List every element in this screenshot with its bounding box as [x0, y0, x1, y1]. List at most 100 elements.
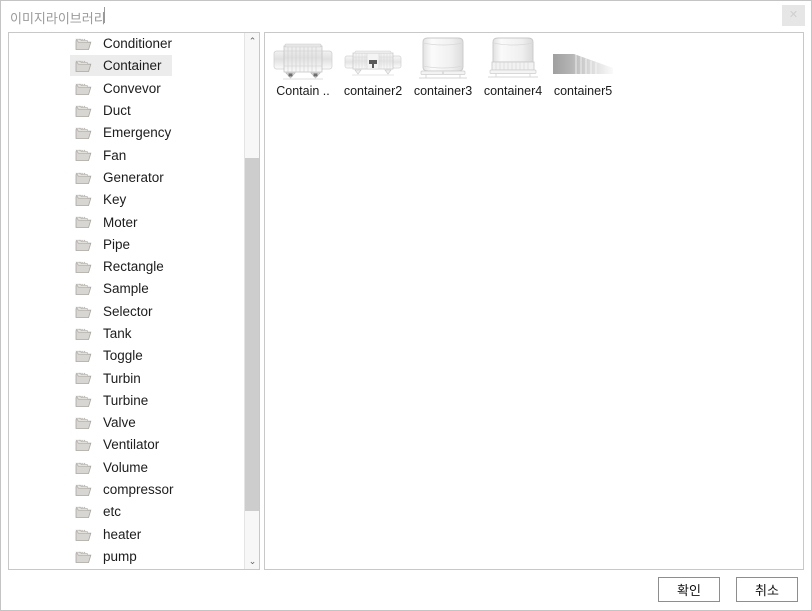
tree-item-label: Ventilator	[103, 437, 160, 453]
tree-item-key[interactable]: Key	[9, 189, 245, 211]
tree-item-label: Rectangle	[103, 259, 164, 275]
folder-icon	[75, 239, 92, 252]
tree-item-label: Turbine	[103, 392, 149, 408]
thumbnail-label: container5	[553, 84, 613, 98]
tree-item-label: heater	[103, 526, 142, 542]
thumbnail-item[interactable]: container2	[338, 36, 408, 104]
window-title: 이미지라이브러리	[10, 11, 106, 26]
tree-item-label: Pipe	[103, 236, 131, 252]
tree-item-sample[interactable]: Sample	[9, 278, 245, 300]
thumbnail-label: container2	[343, 84, 403, 98]
tree-item-container[interactable]: Container	[9, 55, 245, 77]
cancel-button[interactable]: 취소	[736, 577, 798, 602]
confirm-button[interactable]: 확인	[658, 577, 720, 602]
folder-icon	[75, 127, 92, 140]
tree-item-volume[interactable]: Volume	[9, 457, 245, 479]
folder-icon	[75, 551, 92, 564]
scrollbar-thumb[interactable]	[245, 158, 259, 511]
close-icon[interactable]: ✕	[782, 5, 805, 26]
tree-item-pump[interactable]: pump	[9, 546, 245, 568]
container1-image	[271, 36, 335, 82]
folder-icon	[75, 60, 92, 73]
folder-icon	[75, 506, 92, 519]
container4-image	[481, 36, 545, 82]
container2-image	[341, 36, 405, 82]
tree-item-selector[interactable]: Selector	[9, 301, 245, 323]
tree-item-moter[interactable]: Moter	[9, 211, 245, 233]
container3-image	[411, 36, 475, 82]
tree-item-toggle[interactable]: Toggle	[9, 345, 245, 367]
folder-icon	[75, 529, 92, 542]
tree-item-label: Fan	[103, 147, 127, 163]
thumbnail-item[interactable]: Contain ..	[268, 36, 338, 104]
tree-item-pipe[interactable]: Pipe	[9, 234, 245, 256]
folder-icon	[75, 216, 92, 229]
tree-item-label: Valve	[103, 415, 136, 431]
folder-icon	[75, 439, 92, 452]
tree-item-label: Container	[103, 58, 162, 74]
tree-item-rectangle[interactable]: Rectangle	[9, 256, 245, 278]
tree-item-fan[interactable]: Fan	[9, 144, 245, 166]
category-tree-list[interactable]: Conditioner Container Convevor Duct Emergenc…	[9, 33, 245, 569]
folder-icon	[75, 105, 92, 118]
tree-scrollbar[interactable]: ⌃ ⌄	[244, 33, 259, 569]
folder-icon	[75, 328, 92, 341]
tree-item-label: Sample	[103, 281, 149, 297]
tree-item-tank[interactable]: Tank	[9, 323, 245, 345]
tree-item-label: Tank	[103, 326, 132, 341]
tree-item-label: Key	[103, 192, 127, 208]
folder-icon	[75, 261, 92, 274]
tree-item-conditioner[interactable]: Conditioner	[9, 33, 245, 55]
thumbnail-label: container4	[483, 84, 543, 98]
tree-item-label: Convevor	[103, 80, 161, 96]
title-caret	[104, 7, 105, 23]
folder-icon	[75, 194, 92, 207]
dialog-footer: 확인 취소	[1, 575, 811, 610]
image-library-dialog: 이미지라이브러리 ✕ Conditioner Container Convevor D…	[0, 0, 812, 611]
tree-item-valve[interactable]: Valve	[9, 412, 245, 434]
tree-item-label: compressor	[103, 482, 174, 498]
tree-item-etc[interactable]: etc	[9, 501, 245, 523]
category-tree-panel: Conditioner Container Convevor Duct Emergenc…	[8, 32, 260, 570]
tree-item-emergency[interactable]: Emergency	[9, 122, 245, 144]
thumbnail-item[interactable]: container4	[478, 36, 548, 104]
tree-item-label: Generator	[103, 169, 164, 185]
tree-item-turbin[interactable]: Turbin	[9, 367, 245, 389]
image-thumbnail-panel: Contain .. container2 container3 container4…	[264, 32, 804, 570]
folder-icon	[75, 38, 92, 51]
tree-item-turbine[interactable]: Turbine	[9, 390, 245, 412]
tree-item-label: Selector	[103, 303, 153, 319]
tree-item-duct[interactable]: Duct	[9, 100, 245, 122]
tree-item-label: Conditioner	[103, 36, 173, 52]
tree-item-label: Volume	[103, 459, 149, 475]
folder-icon	[75, 149, 92, 162]
scroll-down-icon[interactable]: ⌄	[245, 553, 259, 569]
tree-item-label: Duct	[103, 103, 131, 119]
tree-item-generator[interactable]: Generator	[9, 167, 245, 189]
tree-item-ventilator[interactable]: Ventilator	[9, 434, 245, 456]
tree-item-convevor[interactable]: Convevor	[9, 78, 245, 100]
tree-item-heater[interactable]: heater	[9, 524, 245, 546]
title-bar: 이미지라이브러리 ✕	[1, 1, 811, 30]
thumbnail-item[interactable]: container3	[408, 36, 478, 104]
folder-icon	[75, 83, 92, 96]
folder-icon	[75, 172, 92, 185]
tree-item-label: etc	[103, 504, 122, 520]
thumbnail-label: container3	[413, 84, 473, 98]
folder-icon	[75, 462, 92, 475]
dialog-body: Conditioner Container Convevor Duct Emergenc…	[1, 30, 811, 610]
thumbnail-item[interactable]: container5	[548, 36, 618, 104]
folder-icon	[75, 484, 92, 497]
folder-icon	[75, 417, 92, 430]
tree-item-label: Moter	[103, 214, 138, 230]
thumbnail-label: Contain ..	[276, 84, 330, 98]
folder-icon	[75, 306, 92, 319]
thumbnail-grid: Contain .. container2 container3 container4…	[268, 36, 618, 104]
folder-icon	[75, 283, 92, 296]
tree-item-compressor[interactable]: compressor	[9, 479, 245, 501]
folder-icon	[75, 395, 92, 408]
tree-item-label: Emergency	[103, 125, 172, 141]
container5-image	[551, 36, 615, 82]
folder-icon	[75, 350, 92, 363]
scroll-up-icon[interactable]: ⌃	[245, 33, 259, 49]
